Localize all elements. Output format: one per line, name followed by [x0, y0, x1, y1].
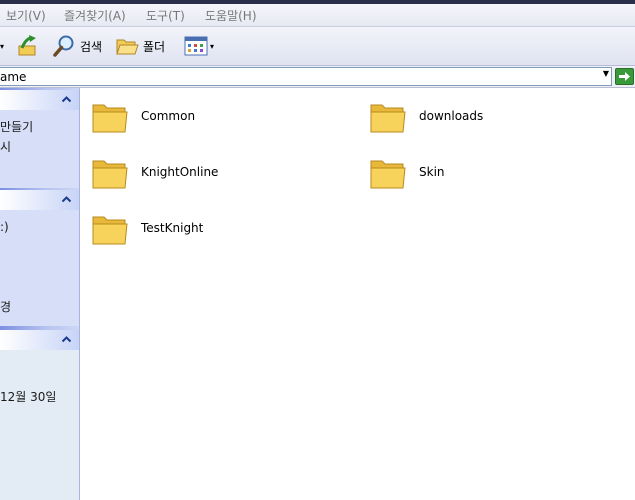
folder-name: Skin	[419, 165, 445, 179]
forward-dropdown-button[interactable]: ▾	[0, 34, 4, 58]
views-button[interactable]: ▾	[184, 34, 214, 58]
address-value: ame	[0, 70, 27, 84]
address-dropdown-icon[interactable]: ▼	[603, 69, 609, 78]
folder-icon	[92, 160, 128, 189]
task-pane: 만들기 시 :) 경 12월 30일	[0, 88, 80, 500]
menu-help[interactable]: 도움말(H)	[205, 7, 257, 24]
details-date: 12월 30일	[0, 390, 57, 404]
folders-button[interactable]: 폴더	[115, 34, 165, 58]
toolbar: ▾ 검색 폴더 ▾	[0, 27, 635, 66]
up-folder-button[interactable]	[16, 34, 40, 58]
folder-name: KnightOnline	[141, 165, 219, 179]
folder-name: TestKnight	[141, 221, 204, 235]
folder-icon	[92, 216, 128, 245]
panel-body-tasks: 만들기 시	[0, 110, 79, 188]
folder-icon	[92, 104, 128, 133]
folder-item-downloads[interactable]: downloads	[369, 96, 483, 136]
task-link-show[interactable]: 시	[0, 138, 11, 155]
dropdown-arrow-icon: ▾	[210, 41, 215, 51]
go-arrow-icon	[619, 72, 630, 81]
folders-label: 폴더	[143, 39, 166, 54]
search-button[interactable]: 검색	[52, 34, 102, 58]
collapse-chevron-icon[interactable]	[61, 334, 72, 345]
folder-item-knightonline[interactable]: KnightOnline	[91, 152, 218, 192]
search-label: 검색	[80, 39, 103, 54]
search-icon	[53, 35, 74, 57]
panel-body-details: 12월 30일	[0, 350, 79, 500]
folder-icon	[370, 160, 406, 189]
collapse-chevron-icon[interactable]	[61, 94, 72, 105]
folder-item-common[interactable]: Common	[91, 96, 195, 136]
file-list: Common downloads KnightOnline Skin TestK…	[81, 88, 635, 500]
panel-header-places[interactable]	[0, 190, 79, 210]
folder-item-skin[interactable]: Skin	[369, 152, 445, 192]
panel-body-places: :) 경	[0, 210, 79, 326]
menu-view[interactable]: 보기(V)	[6, 7, 46, 24]
go-button[interactable]	[615, 68, 634, 85]
up-folder-icon	[18, 35, 36, 56]
menu-tools[interactable]: 도구(T)	[146, 7, 185, 24]
dropdown-arrow-icon: ▾	[0, 41, 5, 51]
menu-favorites[interactable]: 즐겨찾기(A)	[64, 7, 126, 24]
folders-icon	[116, 39, 139, 55]
place-link-drive[interactable]: :)	[0, 220, 9, 234]
place-link-environment[interactable]: 경	[0, 298, 11, 315]
folder-name: downloads	[419, 109, 484, 123]
task-link-make[interactable]: 만들기	[0, 118, 33, 135]
menu-bar: 보기(V) 즐겨찾기(A) 도구(T) 도움말(H)	[0, 0, 635, 27]
folder-icon	[370, 104, 406, 133]
panel-header-tasks[interactable]	[0, 90, 79, 110]
address-bar: ame ▼	[0, 66, 635, 88]
views-icon	[184, 36, 208, 56]
address-input[interactable]: ame ▼	[0, 67, 612, 86]
panel-header-details[interactable]	[0, 330, 79, 350]
collapse-chevron-icon[interactable]	[61, 194, 72, 205]
folder-name: Common	[141, 109, 196, 123]
folder-item-testknight[interactable]: TestKnight	[91, 208, 203, 248]
